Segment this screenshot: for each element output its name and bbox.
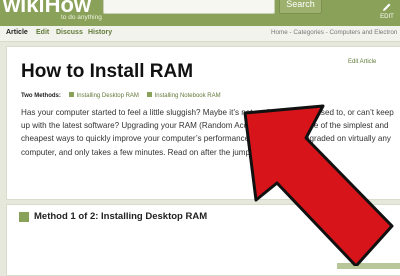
- method-square-icon: [146, 92, 152, 97]
- intro-paragraph: Has your computer started to feel a litt…: [21, 108, 394, 157]
- tab-row: Article Edit Discuss History Home - Cate…: [0, 26, 400, 42]
- page-title: How to Install RAM: [21, 61, 194, 82]
- edit-article-link[interactable]: Edit Article: [348, 59, 376, 65]
- methods-row: Two Methods: Installing Desktop RAM Inst…: [21, 92, 221, 99]
- section-edit-link[interactable]: Edit: [368, 212, 378, 218]
- tab-article[interactable]: Article: [6, 29, 28, 36]
- pencil-icon: [383, 3, 391, 11]
- section-divider: [337, 263, 400, 269]
- search-button[interactable]: Search: [279, 0, 322, 14]
- tab-edit[interactable]: Edit: [36, 29, 49, 36]
- tab-history[interactable]: History: [88, 29, 112, 36]
- search-input[interactable]: [103, 0, 275, 14]
- method-link-desktop[interactable]: Installing Desktop RAM: [68, 92, 139, 99]
- breadcrumb[interactable]: Home - Categories - Computers and Electr…: [271, 29, 397, 36]
- methods-label: Two Methods:: [21, 93, 61, 99]
- header-bar: wikiHow to do anything Search EDIT: [0, 0, 400, 26]
- method-link-notebook[interactable]: Installing Notebook RAM: [146, 92, 221, 99]
- method-square-icon: [68, 92, 74, 97]
- method-section: Method 1 of 2: Installing Desktop RAM Ed…: [6, 204, 400, 276]
- section-square-icon: [19, 212, 29, 222]
- edit-top-button[interactable]: EDIT: [374, 0, 400, 26]
- tab-discuss[interactable]: Discuss: [56, 29, 83, 36]
- article-card: How to Install RAM Edit Article Two Meth…: [6, 46, 400, 200]
- section-heading: Method 1 of 2: Installing Desktop RAM: [34, 211, 208, 222]
- edit-top-label: EDIT: [380, 14, 394, 20]
- logo-tagline: to do anything: [61, 14, 102, 21]
